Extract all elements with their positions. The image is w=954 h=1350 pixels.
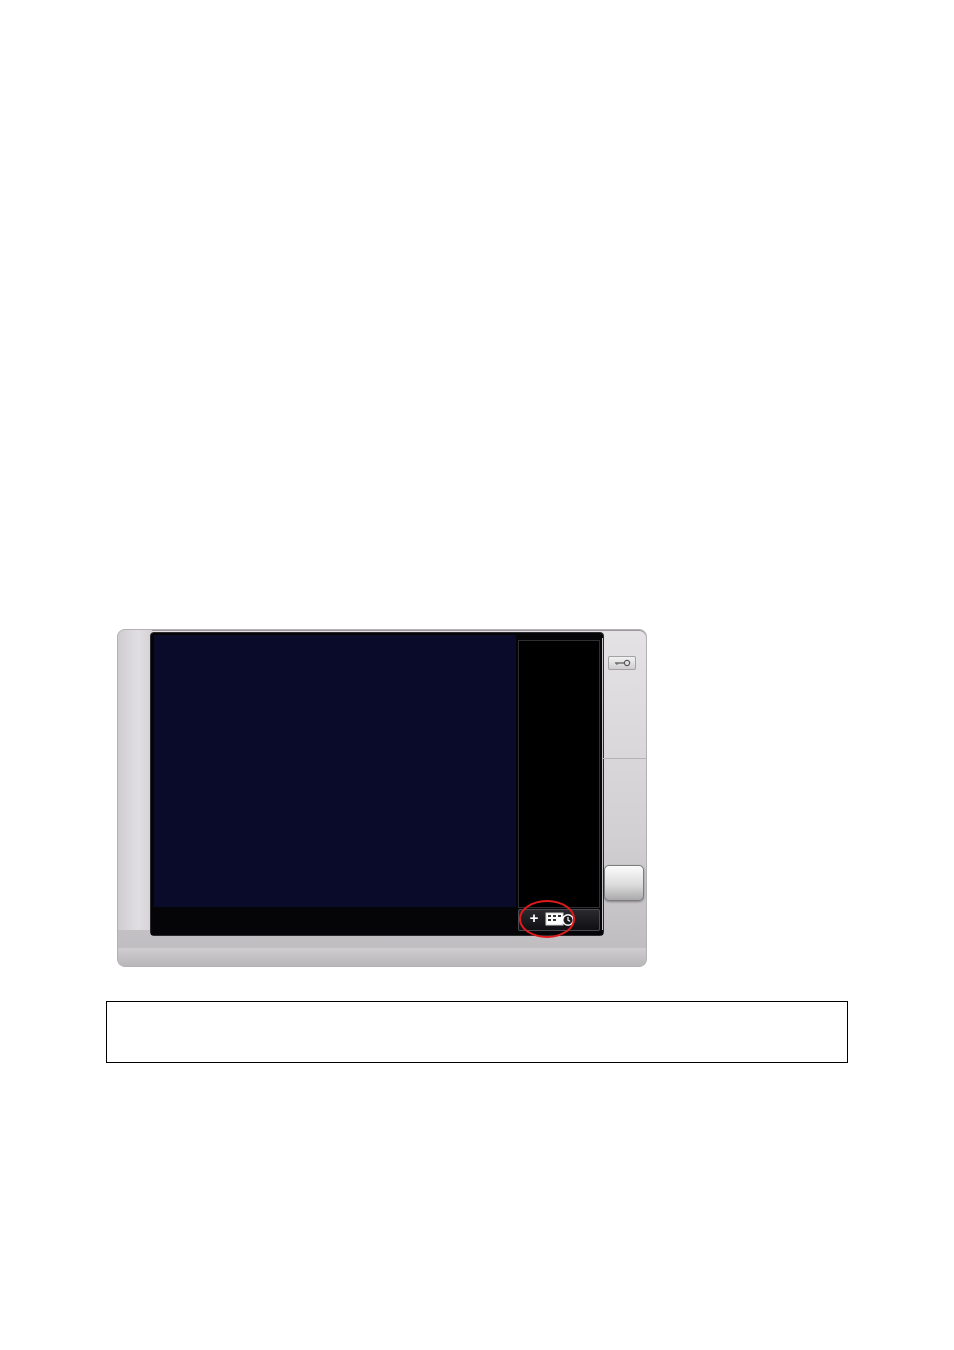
device-frame: + — [118, 630, 646, 966]
plus-icon[interactable]: + — [527, 911, 541, 927]
side-list-panel[interactable] — [518, 640, 600, 908]
side-hardware-button[interactable] — [604, 865, 644, 901]
display-bezel: + — [151, 633, 603, 935]
caption-box — [106, 1001, 848, 1063]
right-panel-edge — [602, 638, 603, 930]
schedule-clock-icon[interactable] — [545, 912, 575, 926]
device-left-grip — [118, 630, 152, 930]
panel-toolbar: + — [518, 909, 600, 931]
device-bottom-lip — [118, 948, 646, 966]
right-panel-divider — [602, 758, 646, 759]
key-icon — [615, 659, 631, 667]
main-screen[interactable] — [154, 635, 516, 907]
settings-button[interactable] — [608, 656, 636, 670]
